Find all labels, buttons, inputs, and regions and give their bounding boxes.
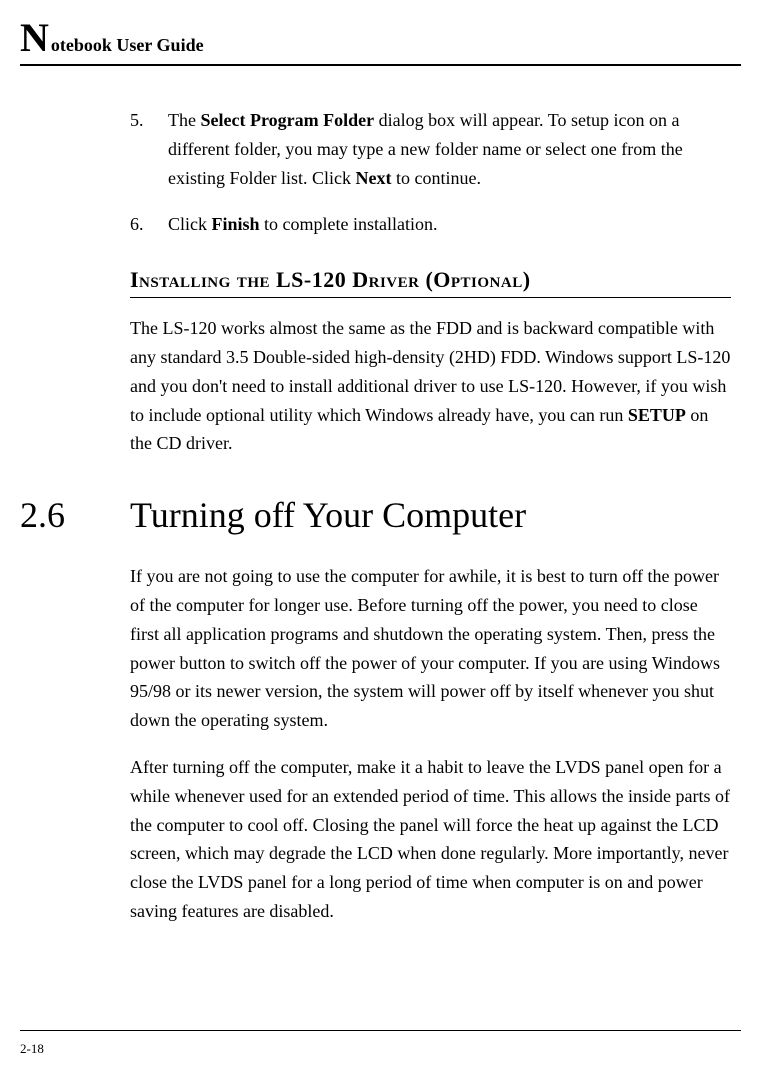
step-6: 6. Click Finish to complete installation… — [130, 210, 731, 239]
step-text: Click Finish to complete installation. — [168, 210, 731, 239]
paragraph-turnoff-2: After turning off the computer, make it … — [130, 753, 731, 926]
page-number: 2-18 — [20, 1041, 44, 1056]
section-heading: 2.6 Turning off Your Computer — [20, 494, 731, 536]
header-title: otebook User Guide — [51, 35, 204, 56]
paragraph-turnoff-1: If you are not going to use the computer… — [130, 562, 731, 735]
step-number: 5. — [130, 106, 168, 192]
section-title: Turning off Your Computer — [130, 494, 526, 536]
paragraph-ls120: The LS-120 works almost the same as the … — [130, 314, 731, 458]
subheading-ls120: Installing the LS-120 Driver (Optional) — [130, 267, 731, 298]
page-header: N otebook User Guide — [20, 18, 741, 66]
step-number: 6. — [130, 210, 168, 239]
step-5: 5. The Select Program Folder dialog box … — [130, 106, 731, 192]
header-dropcap: N — [20, 18, 49, 58]
section-number: 2.6 — [20, 494, 130, 536]
page-footer: 2-18 — [20, 1030, 741, 1057]
page-content: 5. The Select Program Folder dialog box … — [20, 106, 741, 926]
step-text: The Select Program Folder dialog box wil… — [168, 106, 731, 192]
